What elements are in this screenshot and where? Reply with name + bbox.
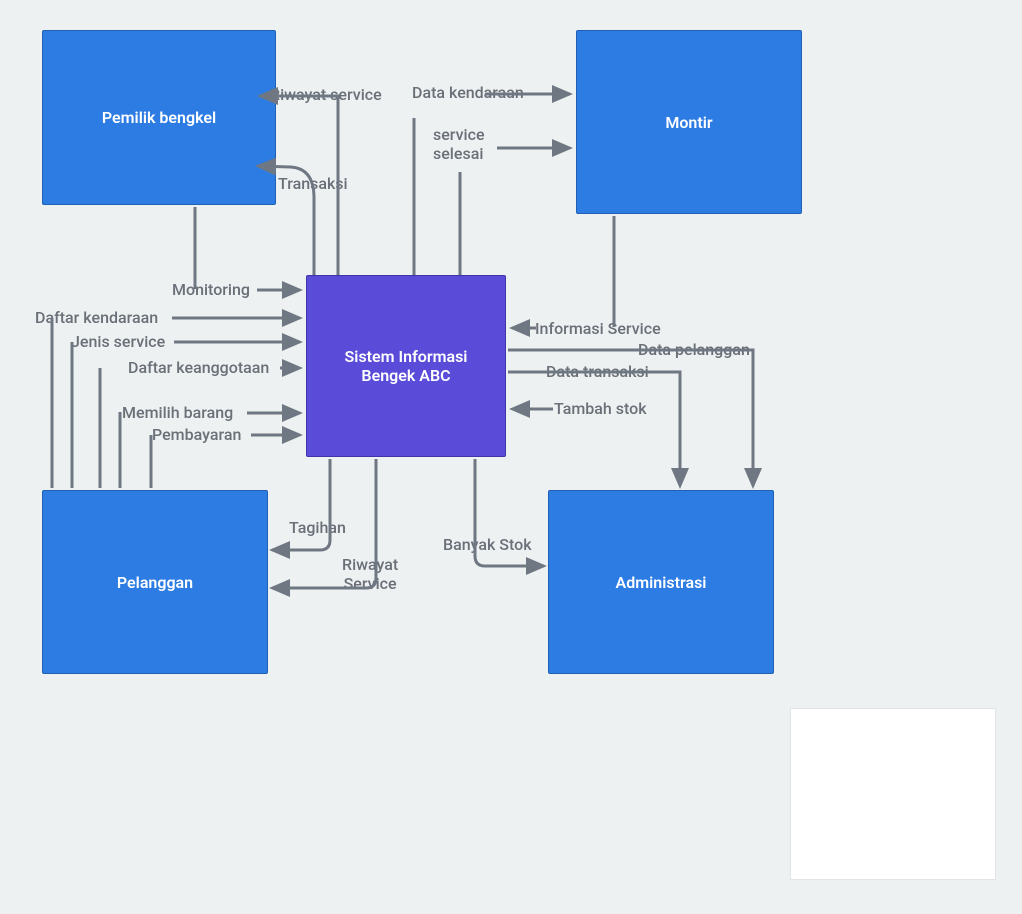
label-tambah-stok: Tambah stok	[554, 399, 647, 418]
node-admin[interactable]: Administrasi	[548, 490, 774, 674]
label-tagihan: Tagihan	[289, 518, 346, 537]
node-owner-label: Pemilik bengkel	[102, 108, 216, 127]
node-montir[interactable]: Montir	[576, 30, 802, 214]
label-memilih-barang: Memilih barang	[122, 403, 233, 422]
label-jenis-service: Jenis service	[71, 332, 165, 351]
label-daftar-keanggotaan: Daftar keanggotaan	[128, 358, 269, 377]
node-montir-label: Montir	[665, 113, 712, 132]
node-admin-label: Administrasi	[616, 573, 707, 592]
label-data-pelanggan: Data pelanggan	[638, 340, 750, 359]
label-banyak-stok: Banyak Stok	[443, 535, 532, 554]
node-customer[interactable]: Pelanggan	[42, 490, 268, 674]
label-riwayat-service-bottom: RiwayatService	[342, 555, 398, 593]
label-data-transaksi: Data transaksi	[546, 362, 649, 381]
label-service-selesai: serviceselesai	[433, 125, 485, 163]
node-system-label-1: Sistem Informasi	[345, 347, 468, 366]
label-monitoring: Monitoring	[172, 280, 250, 299]
label-pembayaran: Pembayaran	[152, 425, 241, 444]
label-data-kendaraan: Data kendaraan	[412, 83, 524, 102]
node-system-label-2: Bengek ABC	[345, 366, 468, 385]
label-informasi-service: Informasi Service	[535, 319, 661, 338]
label-transaksi: Transaksi	[278, 174, 348, 193]
node-system[interactable]: Sistem Informasi Bengek ABC	[306, 275, 506, 457]
label-daftar-kendaraan: Daftar kendaraan	[35, 308, 158, 327]
node-customer-label: Pelanggan	[117, 573, 193, 592]
diagram-canvas: Pemilik bengkel Montir Sistem Informasi …	[0, 0, 1022, 914]
node-owner[interactable]: Pemilik bengkel	[42, 30, 276, 205]
blank-panel	[790, 708, 996, 880]
label-riwayat-service-top: Riwayat service	[270, 85, 382, 104]
